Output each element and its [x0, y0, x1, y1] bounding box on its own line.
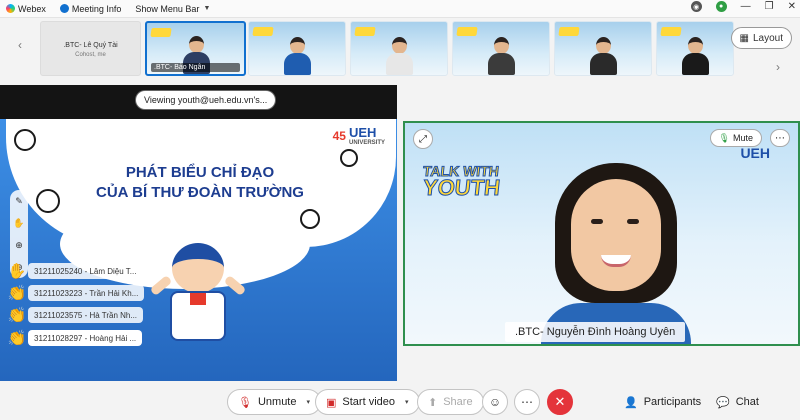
reaction-item: 👏 31211023575 - Hà Trần Nh... [6, 306, 144, 324]
ueh-logo: 45 UEH UNIVERSITY [332, 125, 385, 146]
talk-with-youth-logo [150, 28, 172, 37]
thumbnail-video[interactable] [452, 21, 550, 76]
mute-participant-button[interactable]: 🎙 Mute [709, 129, 762, 147]
talk-with-youth-logo [660, 27, 682, 36]
camera-off-icon: ▣ [326, 396, 337, 409]
chevron-down-icon[interactable]: ▾ [405, 398, 409, 406]
microphone-icon: 🎙 [718, 132, 730, 143]
chevron-left-icon[interactable]: ‹ [18, 38, 22, 52]
restore-icon[interactable]: ❐ [765, 1, 774, 12]
doodle-icon [36, 189, 60, 213]
clap-icon: 👏 [7, 330, 27, 347]
talk-with-youth-logo: TALK WITH YOUTH [421, 163, 502, 201]
chevron-down-icon: ▼ [203, 5, 211, 12]
chevron-right-icon[interactable]: › [776, 60, 780, 74]
participant-video [282, 35, 312, 75]
cohost-name: .BTC- Lê Quý Tài [63, 42, 118, 49]
talk-with-youth-logo [252, 27, 274, 36]
microphone-muted-icon: 🎙 [238, 396, 252, 409]
participants-label: Participants [643, 396, 702, 408]
participant-video [588, 35, 618, 75]
doodle-icon [340, 149, 358, 167]
chevron-down-icon[interactable]: ▾ [307, 398, 311, 406]
mute-label: Mute [732, 133, 753, 143]
talk-with-youth-logo [558, 27, 580, 36]
raise-hand-icon: ✋ [7, 263, 27, 280]
share-label: Share [443, 396, 473, 408]
unmute-button[interactable]: 🎙 Unmute ▾ [227, 389, 322, 415]
leave-meeting-button[interactable]: ✕ [547, 389, 573, 415]
viewing-label: Viewing youth@ueh.edu.vn's... [144, 95, 268, 105]
pen-icon[interactable]: ✎ [15, 196, 23, 207]
talk-with-youth-logo [354, 27, 376, 36]
meeting-info-menu[interactable]: Meeting Info [59, 3, 122, 14]
info-icon [59, 4, 69, 13]
active-speaker-video[interactable]: ⤢ TALK WITH YOUTH UEH 🎙 Mute ⋯ .BTC- Ngu… [403, 121, 800, 346]
chat-button[interactable]: 💬 Chat [716, 389, 759, 415]
minimize-icon[interactable]: — [741, 1, 751, 12]
layout-icon: ▦ [739, 32, 749, 44]
layout-label: Layout [752, 32, 783, 44]
chat-label: Chat [735, 396, 759, 408]
reactions-icon[interactable]: ☺ [482, 389, 508, 415]
layout-button[interactable]: ▦ Layout [730, 27, 792, 49]
viewing-indicator[interactable]: Viewing youth@ueh.edu.vn's... [136, 91, 276, 109]
slide-title: PHÁT BIỂU CHỈ ĐẠO CỦA BÍ THƯ ĐOÀN TRƯỜNG [96, 164, 304, 201]
app-name: Webex [18, 3, 46, 14]
unmute-label: Unmute [257, 396, 297, 408]
cartoon-mascot [149, 243, 247, 381]
doodle-icon [14, 129, 36, 151]
reaction-item: 👏 31211028297 - Hoàng Hải ... [6, 329, 143, 347]
expand-icon[interactable]: ⤢ [413, 129, 433, 149]
thumbnail-video[interactable] [656, 21, 734, 76]
close-icon[interactable]: ✕ [788, 1, 796, 12]
participant-strip: ‹ .BTC- Lê Quý Tài Cohost, me .BTC- Bảo … [0, 18, 800, 80]
thumbnail-cohost[interactable]: .BTC- Lê Quý Tài Cohost, me [40, 21, 141, 76]
webex-logo-icon [6, 4, 15, 13]
thumbnail-video[interactable] [554, 21, 652, 76]
more-options-icon[interactable]: ⋯ [770, 129, 790, 147]
reaction-item: ✋ 31211025240 - Lâm Diệu T... [6, 262, 143, 280]
participants-button[interactable]: 👤 Participants [624, 389, 701, 415]
share-icon: ⬆ [428, 396, 438, 409]
participant-video [680, 35, 710, 75]
show-menu-bar-button[interactable]: Show Menu Bar ▼ [135, 4, 210, 14]
thumbnail-active[interactable]: .BTC- Bảo Ngân [145, 21, 246, 76]
participant-video [384, 35, 414, 75]
doodle-icon [300, 209, 320, 229]
thumbnail-name: .BTC- Bảo Ngân [151, 63, 240, 72]
more-icon[interactable]: ⋯ [514, 389, 540, 415]
network-icon[interactable]: ◉ [690, 1, 702, 12]
participants-icon: 👤 [624, 396, 638, 409]
clap-icon: 👏 [7, 307, 27, 324]
menu-bar: Webex Meeting Info Show Menu Bar ▼ ◉ ● —… [0, 0, 800, 18]
talk-with-youth-logo [456, 27, 478, 36]
hand-icon[interactable]: ✋ [13, 218, 24, 229]
reaction-item: 👏 31211023223 - Trần Hải Kh... [6, 284, 145, 302]
meeting-controls: 🎙 Unmute ▾ ▣ Start video ▾ ⬆ Share ☺ ⋯ ✕… [0, 384, 800, 420]
thumbnail-video[interactable] [350, 21, 448, 76]
speaker-person [535, 163, 695, 344]
participant-video [486, 35, 516, 75]
cohost-role: Cohost, me [75, 52, 106, 58]
start-video-label: Start video [342, 396, 395, 408]
thumbnail-video[interactable] [248, 21, 346, 76]
speaker-name: .BTC- Nguyễn Đình Hoàng Uyên [505, 322, 686, 342]
webex-menu[interactable]: Webex [6, 4, 46, 14]
show-menu-bar-label: Show Menu Bar [135, 3, 200, 14]
zoom-in-icon[interactable]: ⊕ [15, 240, 23, 251]
chat-icon: 💬 [716, 396, 730, 409]
share-button[interactable]: ⬆ Share [417, 389, 484, 415]
avatar[interactable]: ● [715, 1, 727, 12]
start-video-button[interactable]: ▣ Start video ▾ [315, 389, 420, 415]
ueh-logo: UEH [740, 145, 770, 161]
meeting-info-label: Meeting Info [71, 3, 122, 14]
clap-icon: 👏 [7, 285, 27, 302]
